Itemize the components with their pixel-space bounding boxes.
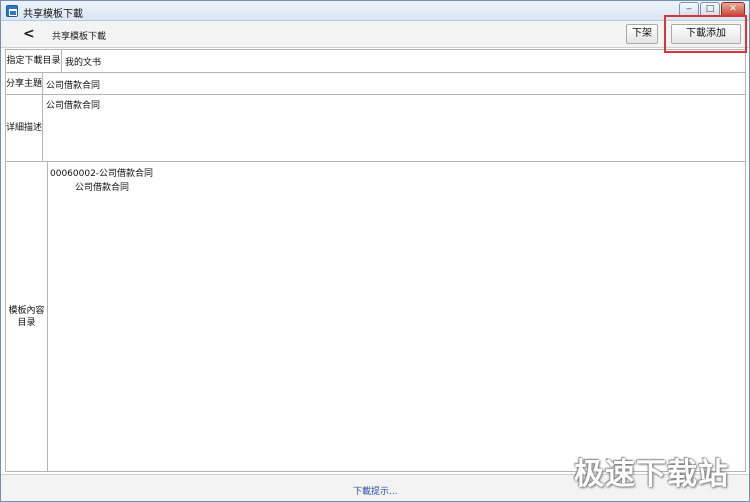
description-textarea[interactable]: 公司借款合同 [44,95,745,161]
share-topic-field[interactable]: 公司借款合同 [44,73,745,94]
page-title: 共享模板下載 [52,32,107,42]
form-grid: 指定下載目录 我的文书 分享主題 公司借款合同 详細描述 公司借款合同 模板內容… [5,49,746,472]
app-icon [6,5,18,17]
share-topic-row: 分享主題 公司借款合同 [6,73,745,95]
description-row: 详細描述 公司借款合同 [6,95,745,162]
download-dir-field[interactable]: 我的文书 [63,50,745,72]
share-topic-label: 分享主題 [6,73,43,94]
unlist-button[interactable]: 下架 [626,24,658,44]
download-hint-link[interactable]: 下載提示... [353,484,398,497]
content-tree[interactable]: 00060002-公司借款合同 公司借款合同 [49,162,745,471]
site-watermark: 极速下载站 [574,457,729,492]
description-label: 详細描述 [6,95,43,161]
content-label: 模板內容目录 [6,162,48,471]
tree-item-child[interactable]: 公司借款合同 [75,180,129,193]
download-dir-row: 指定下載目录 我的文书 [6,50,745,73]
back-button[interactable]: < [23,26,39,42]
tree-item-root[interactable]: 00060002-公司借款合同 [50,166,153,179]
title-bar: 共享模板下載 ‒ □ ✕ [1,1,749,21]
content-row: 模板內容目录 00060002-公司借款合同 公司借款合同 [6,162,745,471]
download-dir-label: 指定下載目录 [6,50,62,72]
highlight-annotation [664,15,747,53]
toolbar: < 共享模板下載 下架 下載添加 [1,21,749,48]
app-window: 共享模板下載 ‒ □ ✕ < 共享模板下載 下架 下載添加 指定下載目录 我的文… [0,0,750,502]
window-title: 共享模板下載 [23,9,83,20]
